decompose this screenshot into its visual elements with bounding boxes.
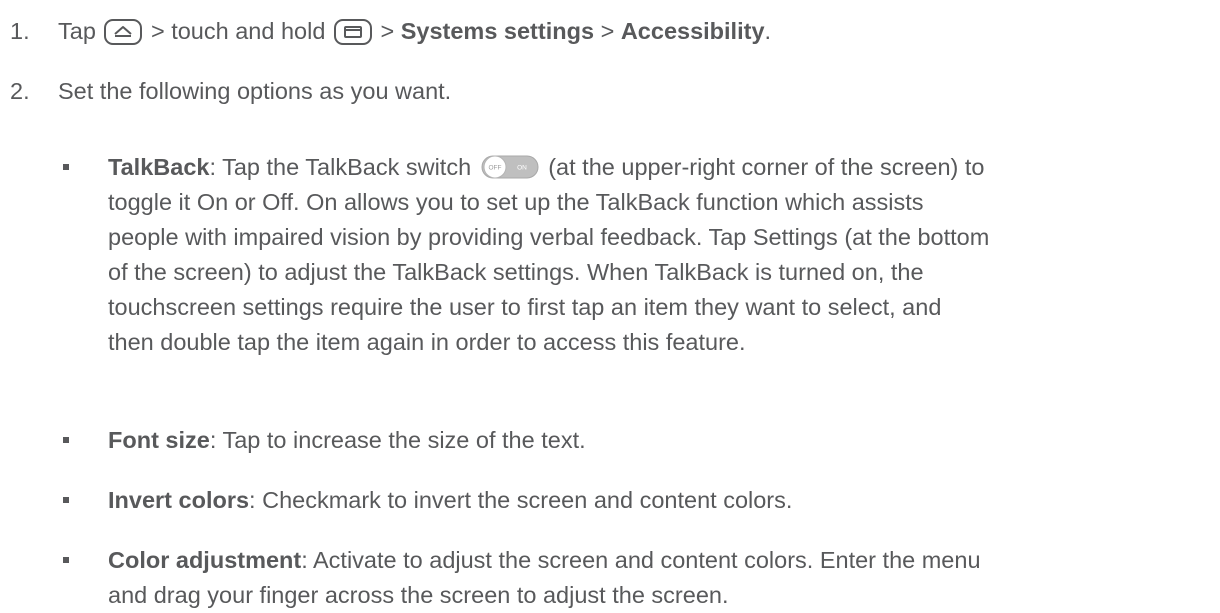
step-text: Tap > touch and hold > Systems settings … (58, 18, 772, 45)
list-item-body: Color adjustment: Activate to adjust the… (108, 547, 981, 608)
option-term: Color adjustment (108, 547, 302, 573)
svg-text:OFF: OFF (488, 165, 501, 172)
step-number: 1. (10, 18, 30, 44)
bullet-marker (63, 557, 69, 563)
list-item-body: Invert colors: Checkmark to invert the s… (108, 487, 793, 513)
option-term: TalkBack (108, 154, 210, 180)
bullet-marker (63, 164, 69, 170)
home-key-icon (104, 19, 143, 45)
step-text: Set the following options as you want. (58, 78, 452, 104)
systems-settings-label: Systems settings (400, 18, 595, 44)
bullet-marker (63, 497, 69, 503)
toggle-switch-icon: OFF ON (481, 155, 539, 179)
bullet-marker (63, 437, 69, 443)
step-number: 2. (10, 78, 30, 104)
option-term: Font size (108, 427, 210, 453)
accessibility-label: Accessibility (620, 18, 765, 44)
list-item-body: TalkBack: Tap the TalkBack switch OFF ON… (108, 154, 990, 355)
list-item-body: Font size: Tap to increase the size of t… (108, 427, 586, 453)
svg-text:ON: ON (517, 165, 527, 172)
option-term: Invert colors (108, 487, 250, 513)
recent-apps-key-icon (333, 19, 372, 45)
document-page: 1. Tap > touch and hold > Systems settin… (0, 0, 1220, 613)
